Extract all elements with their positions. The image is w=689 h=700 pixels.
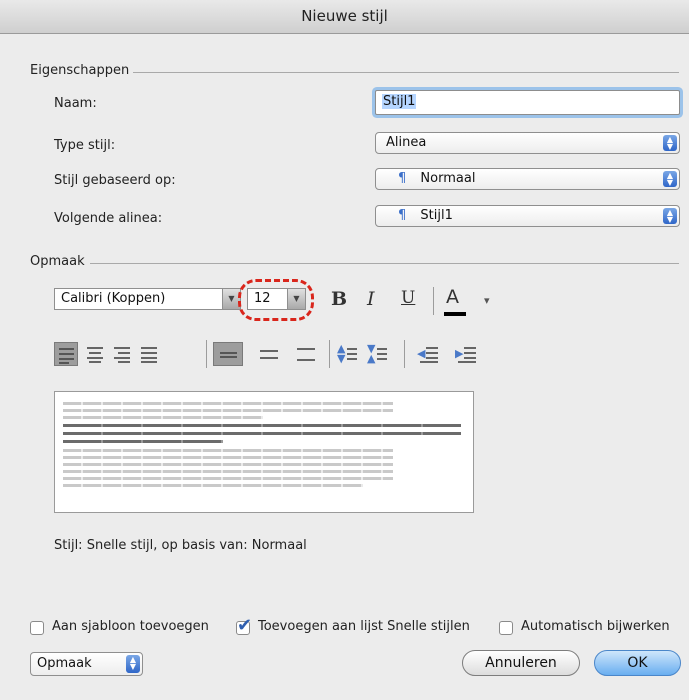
toolbar-separator [329, 340, 330, 368]
add-to-quick-styles-label: Toevoegen aan lijst Snelle stijlen [258, 619, 470, 634]
dialog-title: Nieuwe stijl [0, 0, 689, 34]
align-left-button[interactable] [54, 342, 78, 366]
style-type-value: Alinea [386, 135, 427, 150]
properties-divider [133, 72, 679, 73]
spacing-arrows-icon: ▲ ▼ [337, 342, 346, 365]
toolbar-separator [433, 287, 434, 315]
underline-button[interactable]: U [401, 288, 415, 308]
name-field[interactable]: Stijl1 [375, 90, 680, 115]
next-paragraph-select[interactable]: ¶ Stijl1 ▲ ▼ [375, 205, 680, 227]
decrease-indent-button[interactable]: ◀ [416, 342, 440, 366]
checkmark-icon: ✔ [237, 615, 253, 636]
space-after-button[interactable]: ▼ ▲ [365, 342, 389, 366]
spacing-arrows-icon: ▼ ▲ [367, 342, 376, 365]
align-justify-button[interactable] [137, 342, 161, 366]
auto-update-label: Automatisch bijwerken [521, 619, 670, 634]
popup-arrows-icon: ▲ ▼ [126, 655, 140, 673]
style-type-select[interactable]: Alinea ▲ ▼ [375, 132, 680, 154]
add-to-template-checkbox[interactable] [30, 621, 44, 635]
paragraph-mark-icon: ¶ [398, 208, 407, 223]
space-before-button[interactable]: ▲ ▼ [335, 342, 359, 366]
popup-arrows-icon: ▲ ▼ [663, 208, 677, 224]
toolbar-separator [404, 340, 405, 368]
new-style-dialog: Nieuwe stijl Eigenschappen Naam: Stijl1 … [0, 0, 689, 700]
paragraph-mark-icon: ¶ [398, 171, 407, 186]
double-spacing-button[interactable] [291, 342, 321, 366]
font-name-value: Calibri (Koppen) [61, 291, 166, 306]
style-description: Stijl: Snelle stijl, op basis van: Norma… [54, 538, 307, 553]
font-color-swatch [444, 312, 466, 316]
properties-section-label: Eigenschappen [30, 63, 130, 78]
add-to-template-label: Aan sjabloon toevoegen [52, 619, 209, 634]
format-menu-button[interactable]: Opmaak ▲ ▼ [30, 652, 143, 676]
name-label: Naam: [54, 96, 97, 111]
font-color-dropdown-icon[interactable]: ▾ [484, 294, 490, 307]
align-center-button[interactable] [83, 342, 107, 366]
format-menu-label: Opmaak [37, 656, 92, 671]
next-paragraph-label: Volgende alinea: [54, 211, 163, 226]
name-field-value: Stijl1 [382, 94, 417, 109]
align-right-button[interactable] [110, 342, 134, 366]
based-on-select[interactable]: ¶ Normaal ▲ ▼ [375, 168, 680, 190]
based-on-value: Normaal [420, 171, 476, 186]
one-half-spacing-button[interactable] [254, 342, 284, 366]
toolbar-separator [206, 340, 207, 368]
formatting-divider [90, 263, 679, 264]
font-color-icon: A [446, 286, 459, 308]
bold-button[interactable]: B [331, 288, 347, 310]
add-to-quick-styles-checkbox[interactable]: ✔ [236, 615, 252, 636]
cancel-button[interactable]: Annuleren [462, 650, 580, 676]
next-paragraph-value: Stijl1 [420, 208, 453, 223]
auto-update-checkbox[interactable] [499, 621, 513, 635]
popup-arrows-icon: ▲ ▼ [663, 171, 677, 187]
italic-button[interactable]: I [367, 288, 375, 310]
indent-arrow-icon: ▶ [455, 347, 464, 360]
outdent-arrow-icon: ◀ [417, 347, 426, 360]
font-color-button[interactable]: A [444, 286, 466, 316]
font-size-highlight-annotation [238, 279, 314, 321]
formatting-section-label: Opmaak [30, 254, 85, 269]
single-spacing-button[interactable] [213, 342, 243, 366]
increase-indent-button[interactable]: ▶ [454, 342, 478, 366]
ok-button[interactable]: OK [594, 650, 681, 676]
font-name-combo[interactable]: Calibri (Koppen) ▼ [54, 288, 241, 310]
popup-arrows-icon: ▲ ▼ [663, 135, 677, 151]
style-preview [54, 391, 474, 513]
based-on-label: Stijl gebaseerd op: [54, 173, 176, 188]
style-type-label: Type stijl: [54, 138, 116, 153]
